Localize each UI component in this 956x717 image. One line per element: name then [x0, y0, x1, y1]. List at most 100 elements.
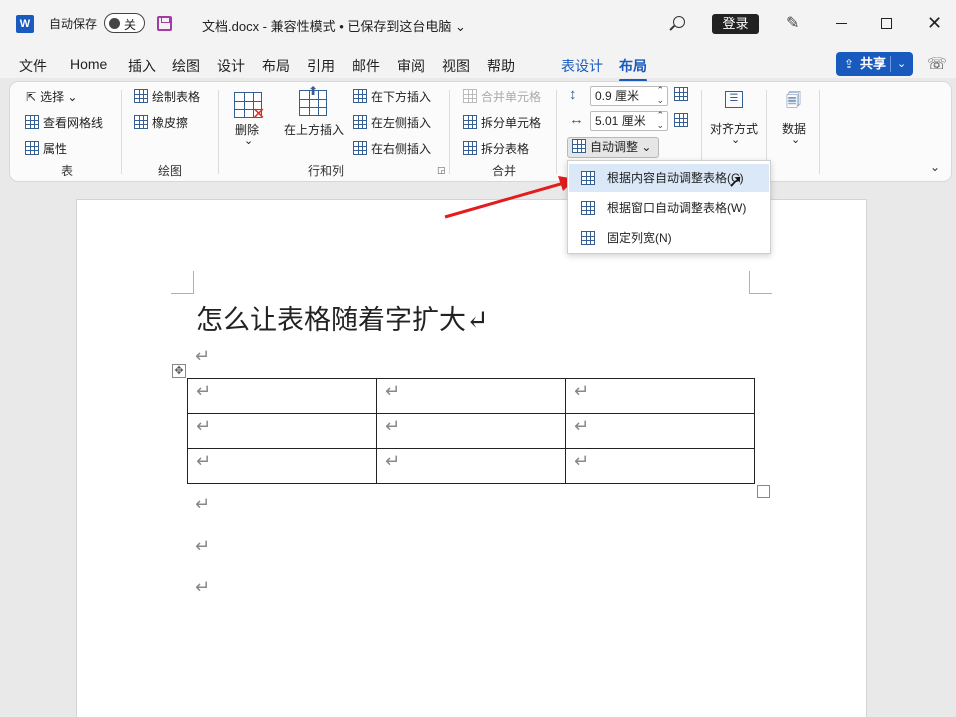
- fixed-width-icon: [581, 231, 595, 245]
- table-cell[interactable]: ↵: [565, 378, 755, 414]
- insert-left-button[interactable]: 在左侧插入: [353, 114, 431, 131]
- tab-design[interactable]: 设计: [217, 56, 245, 76]
- arrow-shaft: [444, 181, 565, 219]
- insert-left-icon: [353, 115, 367, 129]
- table-row: ↵ ↵ ↵: [187, 413, 755, 449]
- autofit-window-icon: [581, 201, 595, 215]
- group-separator: [449, 90, 450, 174]
- gridlines-icon: [25, 115, 39, 129]
- select-button[interactable]: ⇱ 选择 ⌄: [26, 88, 77, 105]
- tab-view[interactable]: 视图: [442, 56, 470, 76]
- cursor-arrow-icon: ⇱: [26, 90, 37, 104]
- autofit-icon: [572, 139, 586, 153]
- table-row: ↵ ↵ ↵: [187, 378, 755, 414]
- group-separator: [121, 90, 122, 174]
- group-label-rows-cols: 行和列: [308, 164, 345, 178]
- autofit-contents-icon: [581, 171, 595, 185]
- paragraph-mark[interactable]: ↵: [195, 536, 210, 557]
- group-separator: [218, 90, 219, 174]
- split-cells-button[interactable]: 拆分单元格: [463, 114, 541, 131]
- draw-table-button[interactable]: 绘制表格: [134, 88, 200, 105]
- tab-file[interactable]: 文件: [19, 56, 47, 76]
- draw-table-icon: [134, 89, 148, 103]
- paragraph-mark[interactable]: ↵: [195, 577, 210, 598]
- distribute-rows-icon[interactable]: [674, 87, 692, 102]
- autosave-toggle[interactable]: 关: [104, 13, 145, 33]
- properties-button[interactable]: 属性: [25, 140, 67, 157]
- chevron-down-icon[interactable]: ⌄: [244, 134, 253, 147]
- tab-insert[interactable]: 插入: [128, 56, 156, 76]
- spinner-arrows-icon[interactable]: ⌃ ⌄: [656, 85, 664, 105]
- chevron-down-icon[interactable]: ⌄: [731, 133, 740, 146]
- ribbon-tabs: 文件 Home 插入 绘图 设计 布局 引用 邮件 审阅 视图 帮助 表设计 布…: [0, 48, 956, 82]
- table-row: ↵ ↵ ↵: [187, 448, 755, 484]
- paragraph-mark[interactable]: ↵: [195, 494, 210, 515]
- tab-table-layout[interactable]: 布局: [619, 56, 647, 82]
- tab-review[interactable]: 审阅: [397, 56, 425, 76]
- autofit-button[interactable]: 自动调整 ⌄: [567, 137, 659, 158]
- chevron-down-icon[interactable]: ⌄: [897, 52, 906, 76]
- crop-mark-top-left: [171, 271, 194, 294]
- tab-home[interactable]: Home: [70, 56, 107, 72]
- table-cell[interactable]: ↵: [187, 448, 377, 484]
- table-resize-handle[interactable]: [757, 485, 770, 498]
- table-move-handle-icon[interactable]: ✥: [172, 364, 186, 378]
- comments-icon[interactable]: ☏: [927, 54, 947, 74]
- tab-layout[interactable]: 布局: [262, 56, 290, 76]
- insert-below-button[interactable]: 在下方插入: [353, 88, 431, 105]
- title-bar: W 自动保存 关 文档.docx - 兼容性模式 • 已保存到这台电脑 ⌄ 登录…: [0, 0, 956, 48]
- group-separator: [819, 90, 820, 174]
- table-cell[interactable]: ↵: [376, 413, 566, 449]
- distribute-columns-icon[interactable]: [674, 113, 692, 128]
- group-label-table: 表: [61, 164, 74, 178]
- paragraph-mark[interactable]: ↵: [195, 346, 210, 367]
- tab-mailings[interactable]: 邮件: [352, 56, 380, 76]
- insert-below-icon: [353, 89, 367, 103]
- chevron-down-icon[interactable]: ⌄: [791, 133, 800, 146]
- merge-cells-button[interactable]: 合并单元格: [463, 88, 541, 105]
- fixed-column-width-item[interactable]: 固定列宽(N): [569, 224, 769, 252]
- insert-right-icon: [353, 141, 367, 155]
- insert-above-button[interactable]: 在上方插入: [284, 121, 344, 138]
- document-table[interactable]: ↵ ↵ ↵ ↵ ↵ ↵ ↵ ↵ ↵: [187, 378, 755, 484]
- autofit-window-item[interactable]: 根据窗口自动调整表格(W): [569, 194, 769, 222]
- split-table-button[interactable]: 拆分表格: [463, 140, 529, 157]
- share-button[interactable]: ⇪ 共享 ⌄: [836, 52, 913, 76]
- row-height-input[interactable]: 0.9 厘米 ⌃ ⌄: [590, 85, 668, 106]
- tab-references[interactable]: 引用: [307, 56, 335, 76]
- table-cell[interactable]: ↵: [187, 413, 377, 449]
- share-icon: ⇪: [844, 57, 855, 71]
- group-separator: [556, 90, 557, 174]
- eraser-button[interactable]: 橡皮擦: [134, 114, 188, 131]
- view-gridlines-button[interactable]: 查看网格线: [25, 114, 103, 131]
- tab-draw[interactable]: 绘图: [172, 56, 200, 76]
- mouse-pointer-icon: ➚: [728, 171, 744, 191]
- table-cell[interactable]: ↵: [565, 448, 755, 484]
- spinner-arrows-icon[interactable]: ⌃ ⌄: [656, 110, 664, 130]
- table-cell[interactable]: ↵: [565, 413, 755, 449]
- crop-mark-top-right: [749, 271, 772, 294]
- merge-cells-icon: [463, 89, 477, 103]
- maximize-icon[interactable]: [881, 18, 892, 29]
- table-cell[interactable]: ↵: [376, 448, 566, 484]
- save-icon[interactable]: [157, 16, 172, 31]
- collapse-ribbon-icon[interactable]: ⌄: [930, 160, 940, 174]
- search-icon[interactable]: [673, 16, 685, 28]
- tab-table-design[interactable]: 表设计: [561, 56, 603, 76]
- document-heading[interactable]: 怎么让表格随着字扩大↵: [196, 298, 489, 337]
- login-button[interactable]: 登录: [712, 14, 759, 34]
- table-cell[interactable]: ↵: [187, 378, 377, 414]
- minimize-icon[interactable]: [836, 23, 847, 24]
- column-width-input[interactable]: 5.01 厘米 ⌃ ⌄: [590, 110, 668, 131]
- data-icon[interactable]: 🗐: [786, 90, 801, 115]
- share-divider: [890, 56, 891, 72]
- alignment-icon[interactable]: ☰: [725, 91, 743, 108]
- close-icon[interactable]: ✕: [927, 13, 942, 33]
- autosave-label: 自动保存: [49, 17, 98, 31]
- tab-help[interactable]: 帮助: [487, 56, 515, 76]
- arrow-up-icon: ⬆: [308, 84, 319, 98]
- document-title[interactable]: 文档.docx - 兼容性模式 • 已保存到这台电脑 ⌄: [202, 16, 466, 35]
- table-cell[interactable]: ↵: [376, 378, 566, 414]
- insert-right-button[interactable]: 在右侧插入: [353, 140, 431, 157]
- designer-pen-icon[interactable]: ✎: [786, 13, 799, 33]
